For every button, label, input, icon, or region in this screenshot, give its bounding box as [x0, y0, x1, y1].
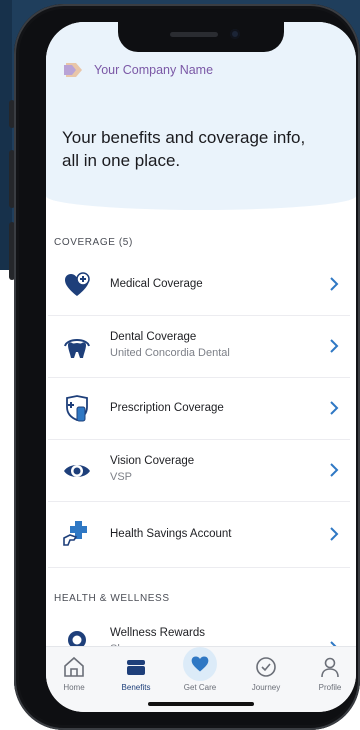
row-text: Medical Coverage: [110, 278, 203, 290]
heart-icon: [191, 656, 209, 672]
tab-get-care[interactable]: Get Care: [170, 647, 230, 692]
row-text: Health Savings Account: [110, 528, 231, 540]
row-subtitle: VSP: [110, 471, 133, 483]
speaker: [170, 32, 218, 37]
hero-title: Your benefits and coverage info, all in …: [62, 128, 306, 170]
company-logo-icon: [64, 63, 82, 77]
home-icon: [64, 656, 84, 677]
brand: Your Company Name: [62, 61, 213, 79]
eye-icon: [64, 465, 90, 477]
tab-label: Profile: [318, 683, 342, 692]
coverage-row-vision[interactable]: Vision Coverage VSP: [48, 440, 350, 502]
phone-screen: Your Company Name Your benefits and cove…: [46, 22, 356, 712]
row-title: Prescription Coverage: [110, 402, 224, 414]
wellness-section-label: HEALTH & WELLNESS: [54, 593, 170, 604]
shield-pill-icon: [66, 395, 88, 422]
row-title: Wellness Rewards: [110, 627, 206, 639]
coverage-row-medical[interactable]: Medical Coverage: [48, 254, 350, 316]
row-text: Dental Coverage United Concordia Dental: [110, 331, 230, 359]
coverage-row-dental[interactable]: Dental Coverage United Concordia Dental: [48, 316, 350, 378]
get-care-bubble: [183, 647, 217, 681]
coverage-section-label: COVERAGE (5): [54, 237, 133, 248]
row-title: Health Savings Account: [110, 528, 232, 540]
tab-home[interactable]: Home: [46, 655, 104, 692]
hand-cross-icon: [63, 521, 87, 546]
chevron-right-icon: [330, 527, 339, 541]
person-icon: [321, 657, 339, 678]
chevron-right-icon: [330, 339, 339, 353]
coverage-row-hsa[interactable]: Health Savings Account: [48, 502, 350, 568]
wallet-icon: [127, 660, 145, 675]
company-name: Your Company Name: [94, 63, 214, 77]
row-subtitle: United Concordia Dental: [110, 347, 230, 359]
tab-journey[interactable]: Journey: [236, 655, 296, 692]
chevron-right-icon: [330, 401, 339, 415]
phone-frame: Your Company Name Your benefits and cove…: [14, 4, 360, 730]
row-text: Vision Coverage VSP: [110, 455, 194, 483]
tab-profile[interactable]: Profile: [300, 655, 356, 692]
row-title: Vision Coverage: [110, 455, 195, 467]
camera: [230, 29, 240, 39]
chevron-right-icon: [330, 463, 339, 477]
tab-benefits[interactable]: Benefits: [106, 655, 166, 692]
home-indicator[interactable]: [148, 702, 254, 706]
heart-plus-icon: [65, 272, 90, 296]
tab-label: Benefits: [121, 683, 151, 692]
chevron-right-icon: [330, 277, 339, 291]
tab-label: Get Care: [183, 683, 217, 692]
tooth-icon: [64, 339, 90, 358]
tab-label: Journey: [251, 683, 281, 692]
coverage-row-prescription[interactable]: Prescription Coverage: [48, 378, 350, 440]
row-title: Dental Coverage: [110, 331, 197, 343]
notch: [118, 22, 284, 52]
clock-check-icon: [256, 657, 276, 677]
row-title: Medical Coverage: [110, 278, 203, 290]
row-text: Prescription Coverage: [110, 402, 224, 414]
tab-label: Home: [63, 683, 85, 692]
